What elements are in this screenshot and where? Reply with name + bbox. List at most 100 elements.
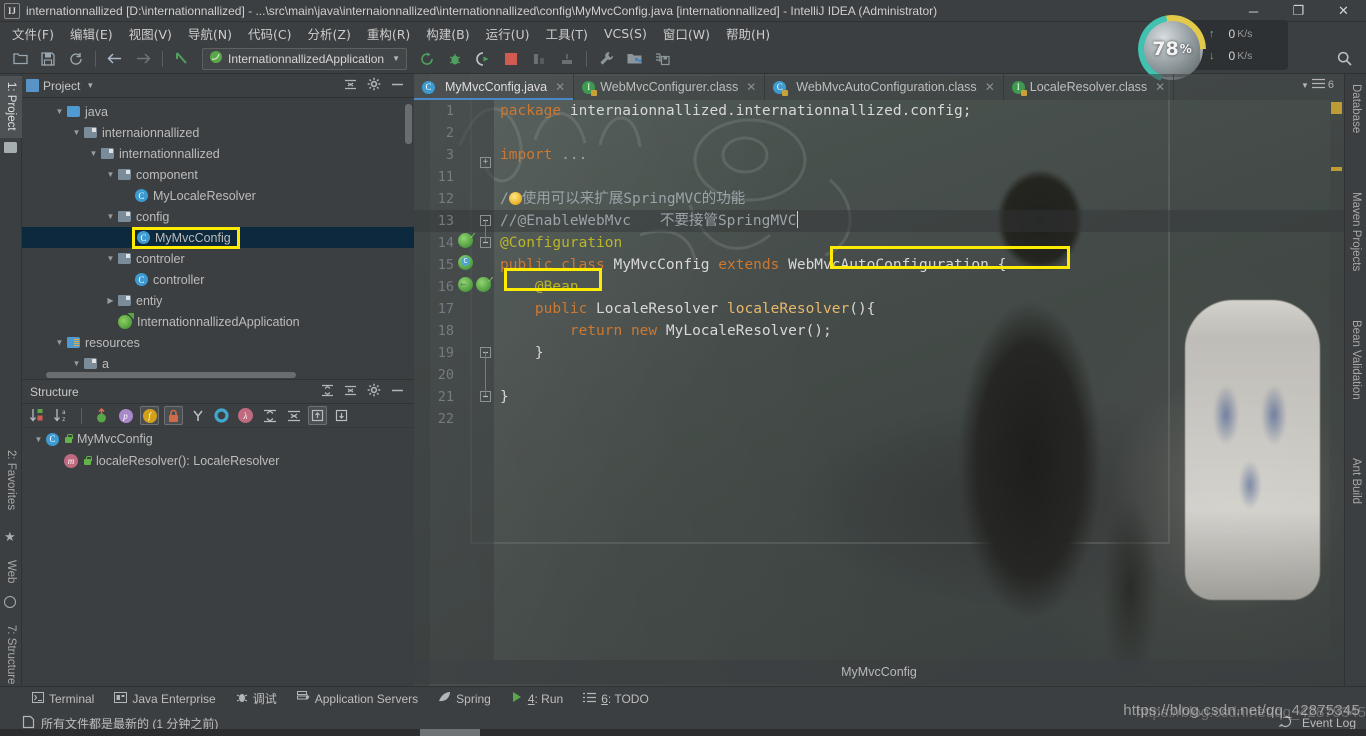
bean-gutter-icon-configuration[interactable]: ✓ [458, 229, 476, 252]
search-icon[interactable] [1333, 48, 1355, 70]
editor-tab[interactable]: C MyMvcConfig.java ✕ [414, 74, 575, 100]
code-line[interactable]: 21} [414, 386, 1344, 408]
tree-twisty[interactable]: ▼ [34, 435, 43, 444]
menu-help[interactable]: 帮助(H) [718, 22, 778, 45]
save-all-icon[interactable] [37, 48, 59, 70]
toolwindow-run[interactable]: 4: Run [501, 691, 573, 706]
menu-tools[interactable]: 工具(T) [538, 22, 596, 45]
collapse-all-icon[interactable] [284, 406, 303, 425]
project-tree-item[interactable]: ▶CMyLocaleResolver [22, 185, 414, 206]
expand-all-icon[interactable] [260, 406, 279, 425]
tab-list-icon[interactable] [1311, 78, 1325, 92]
tree-twisty[interactable]: ▼ [55, 107, 64, 116]
menu-edit[interactable]: 编辑(E) [62, 22, 121, 45]
structure-tree[interactable]: ▼CMyMvcConfig▶mlocaleResolver(): LocaleR… [22, 428, 414, 472]
code-line[interactable]: 20 [414, 364, 1344, 386]
code-line[interactable]: 18 return new MyLocaleResolver(); [414, 320, 1344, 342]
menu-vcs[interactable]: VCS(S) [596, 24, 655, 43]
toolwindow-java-enterprise[interactable]: Java Enterprise [104, 691, 225, 706]
gear-icon[interactable] [367, 77, 381, 94]
hide-icon[interactable] [391, 384, 404, 400]
project-tree-item[interactable]: ▼ controler [22, 248, 414, 269]
expand-all-icon[interactable] [321, 384, 334, 400]
editor-marker-gutter[interactable] [1330, 100, 1344, 660]
debug-icon[interactable] [444, 48, 466, 70]
menu-run[interactable]: 运行(U) [478, 22, 538, 45]
project-tree-item[interactable]: ▶ entiy [22, 290, 414, 311]
code-line[interactable]: 12/使用可以来扩展SpringMVC的功能 [414, 188, 1344, 210]
project-tree-item[interactable]: ▼ resources [22, 332, 414, 353]
project-tree-item[interactable]: ▶CMyMvcConfig [22, 226, 414, 249]
bottom-scrollbar-thumb[interactable] [420, 729, 480, 736]
code-line[interactable]: 1 package internaionnallized.internationn… [414, 100, 1344, 122]
project-structure-icon[interactable] [623, 48, 645, 70]
close-icon[interactable]: ✕ [746, 80, 756, 94]
menu-code[interactable]: 代码(C) [240, 22, 299, 45]
menu-navigate[interactable]: 导航(N) [180, 22, 240, 45]
toolwindow-todo[interactable]: 6: TODO [573, 692, 659, 706]
sidebar-tab-bean-validation[interactable]: Bean Validation [1345, 314, 1366, 418]
code-line[interactable]: 17 public LocaleResolver localeResolver(… [414, 298, 1344, 320]
project-tree-item[interactable]: ▼ component [22, 164, 414, 185]
gear-icon[interactable] [367, 383, 381, 400]
menu-refactor[interactable]: 重构(R) [359, 22, 418, 45]
sidebar-tab-web[interactable]: Web [0, 554, 22, 594]
marker-warning-top[interactable] [1331, 102, 1342, 114]
bean-gutter-icon-navigate[interactable]: ← [458, 277, 473, 296]
undo-arrow-icon[interactable] [171, 48, 193, 70]
autoscroll-to-source-icon[interactable] [308, 406, 327, 425]
tree-twisty[interactable]: ▼ [72, 359, 81, 368]
tree-twisty[interactable]: ▼ [89, 149, 98, 158]
save-structure-icon[interactable] [651, 48, 673, 70]
show-anonymous-icon[interactable] [188, 406, 207, 425]
code-content[interactable]: 1 package internaionnallized.internationn… [414, 100, 1344, 660]
close-icon[interactable]: ✕ [985, 80, 995, 94]
menu-window[interactable]: 窗口(W) [655, 22, 718, 45]
menu-analyze[interactable]: 分析(Z) [300, 22, 359, 45]
minimize-button[interactable]: ─ [1231, 0, 1276, 22]
marker-warning-mid[interactable] [1331, 167, 1342, 171]
bottom-scrollbar[interactable] [0, 729, 1366, 736]
menu-view[interactable]: 视图(V) [121, 22, 180, 45]
open-folder-icon[interactable] [9, 48, 31, 70]
stop-icon[interactable] [500, 48, 522, 70]
forward-arrow-icon[interactable] [132, 48, 154, 70]
tree-twisty[interactable]: ▼ [55, 338, 64, 347]
menu-file[interactable]: 文件(F) [4, 22, 62, 45]
tree-twisty[interactable]: ▼ [106, 170, 115, 179]
sidebar-tab-project[interactable]: 1: Project [0, 76, 22, 138]
editor-tab[interactable]: C WebMvcAutoConfiguration.class ✕ [765, 74, 1004, 100]
structure-tree-item[interactable]: ▶mlocaleResolver(): LocaleResolver [22, 450, 414, 472]
show-non-public-icon[interactable] [164, 406, 183, 425]
chevron-down-icon[interactable]: ▼ [392, 54, 400, 63]
editor-tab[interactable]: I WebMvcConfigurer.class ✕ [574, 74, 766, 100]
project-tree-horizontal-scrollbar[interactable] [46, 372, 296, 378]
sidebar-tab-ant-build[interactable]: Ant Build [1345, 452, 1366, 522]
code-editor[interactable]: 1 package internaionnallized.internationn… [414, 100, 1344, 660]
toolwindow-application-servers[interactable]: Application Servers [287, 691, 428, 706]
bean-gutter-icon-bean[interactable]: ✓ [476, 273, 494, 296]
tree-twisty[interactable]: ▶ [106, 296, 115, 305]
editor-tabs-overflow[interactable]: ▼ 6 [1301, 78, 1340, 92]
project-tree[interactable]: ▼ java ▼ internaionnallized ▼ internationnall… [22, 98, 414, 374]
tree-twisty[interactable]: ▼ [106, 212, 115, 221]
project-tree-item[interactable]: ▼ internationnallized [22, 143, 414, 164]
project-tree-item[interactable]: ▼ internaionnallized [22, 122, 414, 143]
code-line[interactable]: 22 [414, 408, 1344, 430]
code-line[interactable]: 2 [414, 122, 1344, 144]
close-icon[interactable]: ✕ [1155, 80, 1165, 94]
rerun-icon[interactable] [416, 48, 438, 70]
structure-tree-item[interactable]: ▼ C MyMvcConfig [22, 428, 414, 450]
collapse-all-icon[interactable] [344, 384, 357, 400]
settings-wrench-icon[interactable] [595, 48, 617, 70]
toolwindow-spring[interactable]: Spring [428, 691, 501, 706]
tree-twisty[interactable]: ▼ [106, 254, 115, 263]
autoscroll-from-source-icon[interactable] [332, 406, 351, 425]
toolwindow-terminal[interactable]: Terminal [22, 691, 104, 706]
toolwindow-debug[interactable]: 调试 [226, 690, 287, 707]
show-interfaces-icon[interactable] [212, 406, 231, 425]
maximize-button[interactable]: ❐ [1276, 0, 1321, 22]
sort-alphabetically-icon[interactable]: az [52, 406, 71, 425]
collapse-all-icon[interactable] [344, 78, 357, 94]
project-tree-item[interactable]: ▼ config [22, 206, 414, 227]
